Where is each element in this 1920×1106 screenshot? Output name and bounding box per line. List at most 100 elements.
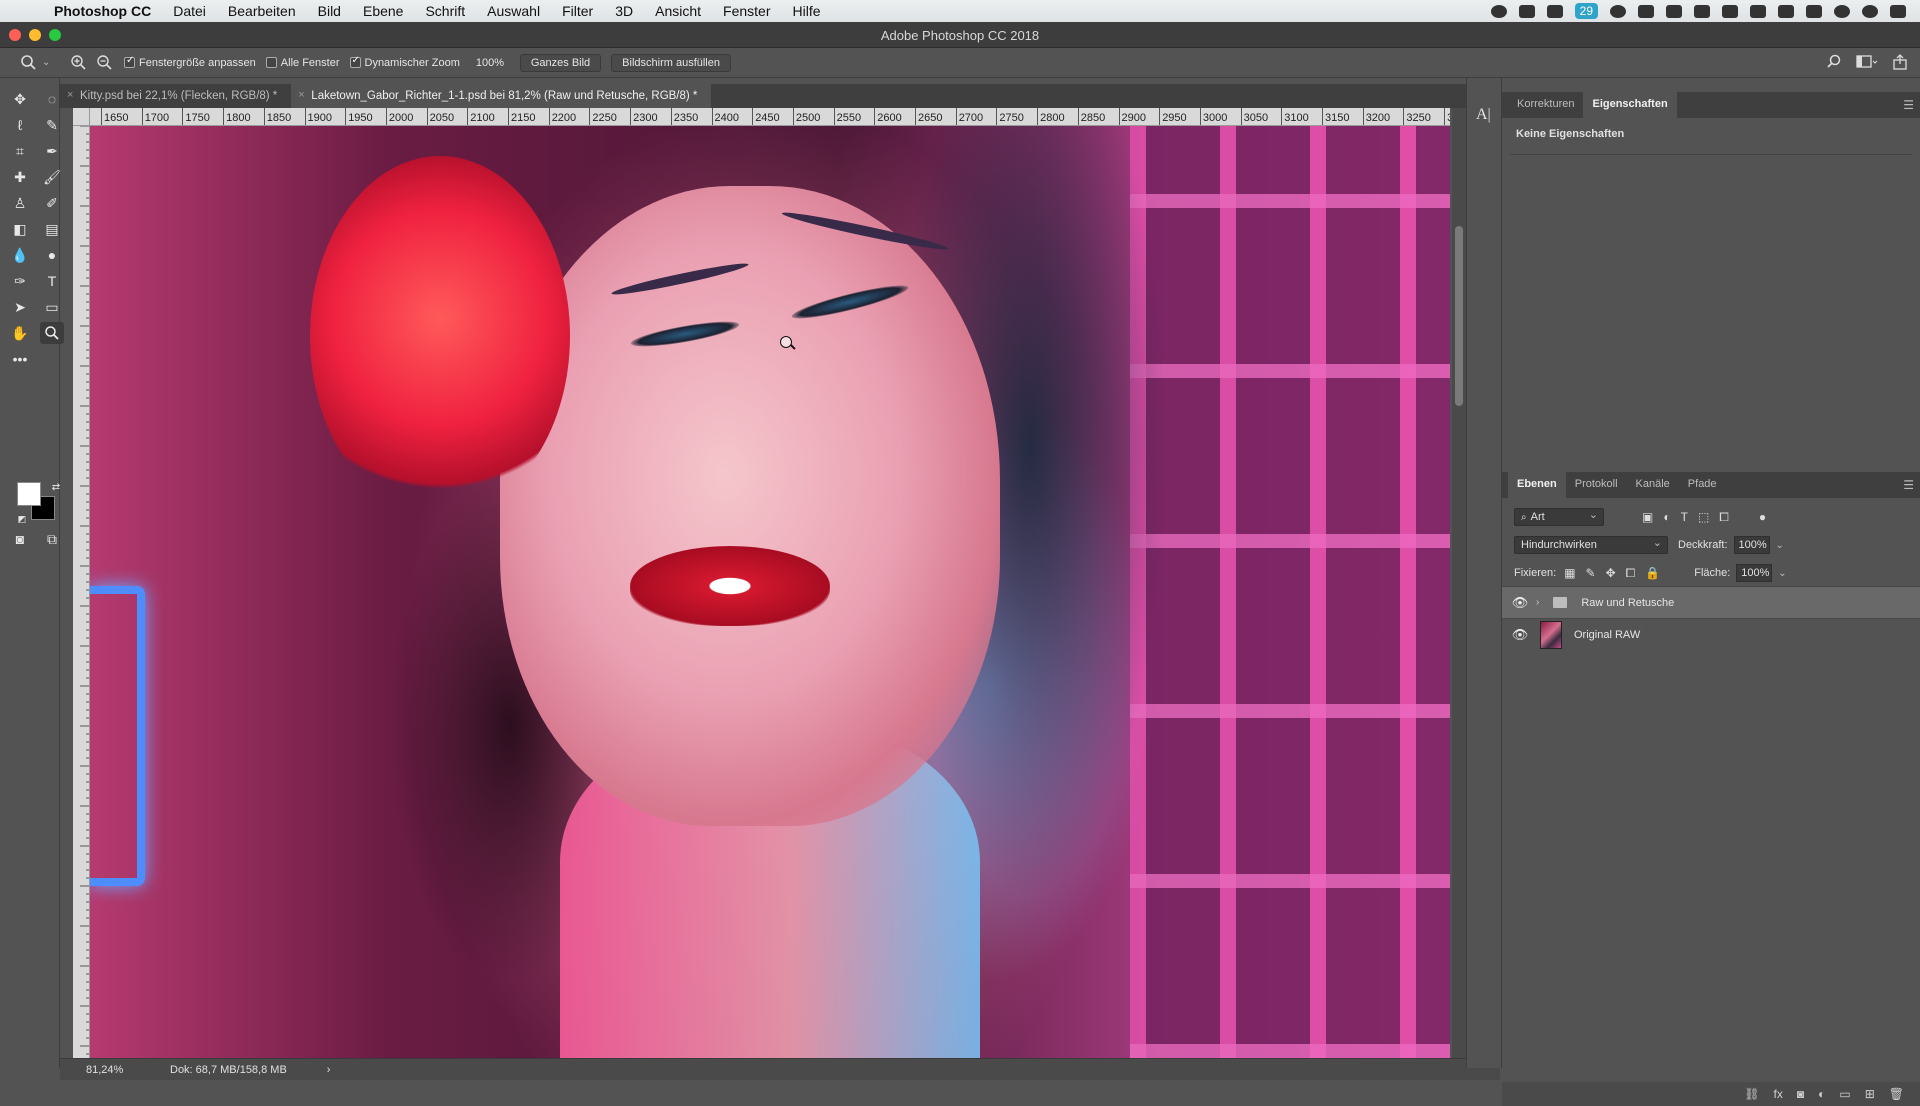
history-brush-tool-icon[interactable]: ✐ bbox=[40, 192, 64, 214]
menu-ansicht[interactable]: Ansicht bbox=[644, 3, 712, 19]
record-icon[interactable] bbox=[1490, 4, 1507, 18]
fit-screen-button[interactable]: Ganzes Bild bbox=[519, 53, 602, 72]
screen-mode-icon[interactable]: ⧉ bbox=[40, 528, 64, 550]
menu-schrift[interactable]: Schrift bbox=[414, 3, 476, 19]
adjustment-layer-icon[interactable]: ◐ bbox=[1818, 1087, 1825, 1101]
zoom-level[interactable]: 81,24% bbox=[60, 1064, 130, 1076]
visibility-eye-icon[interactable]: 👁 bbox=[1506, 595, 1534, 611]
hand-tool-icon[interactable]: ✋ bbox=[8, 322, 32, 344]
path-selection-tool-icon[interactable]: ➤ bbox=[8, 296, 32, 318]
move-tool-icon[interactable]: ✥ bbox=[8, 88, 32, 110]
fill-screen-button[interactable]: Bildschirm ausfüllen bbox=[611, 53, 731, 72]
more-tools-icon[interactable]: ••• bbox=[8, 348, 32, 370]
filter-type-icon[interactable]: T bbox=[1681, 510, 1688, 524]
eyedropper-tool-icon[interactable]: ✒ bbox=[40, 140, 64, 162]
layer-style-icon[interactable]: fx bbox=[1774, 1087, 1783, 1101]
new-group-icon[interactable]: ▭ bbox=[1839, 1087, 1850, 1101]
menu-bild[interactable]: Bild bbox=[307, 3, 352, 19]
clipboard-icon[interactable] bbox=[1666, 4, 1682, 18]
blur-tool-icon[interactable]: 💧 bbox=[8, 244, 32, 266]
search-icon[interactable] bbox=[1826, 54, 1842, 73]
menu-fenster[interactable]: Fenster bbox=[712, 3, 781, 19]
zoom-tool-icon[interactable] bbox=[40, 322, 64, 344]
lasso-tool-icon[interactable]: ℓ bbox=[8, 114, 32, 136]
wifi-icon[interactable] bbox=[1750, 4, 1766, 18]
filter-smart-object-icon[interactable]: ⧠ bbox=[1719, 510, 1729, 525]
all-windows-checkbox[interactable] bbox=[265, 57, 277, 68]
tab-kanaele[interactable]: Kanäle bbox=[1627, 472, 1679, 498]
vertical-ruler[interactable] bbox=[73, 126, 90, 1058]
crop-tool-icon[interactable]: ⌗ bbox=[8, 140, 32, 162]
zoom-in-icon[interactable] bbox=[70, 54, 88, 72]
panel-menu-icon[interactable]: ☰ bbox=[1903, 98, 1914, 112]
evernote-icon[interactable] bbox=[1638, 4, 1654, 18]
layer-original-raw[interactable]: 👁 Original RAW bbox=[1502, 618, 1920, 650]
tab-pfade[interactable]: Pfade bbox=[1679, 472, 1726, 498]
menu-hilfe[interactable]: Hilfe bbox=[782, 3, 832, 19]
eraser-tool-icon[interactable]: ◧ bbox=[8, 218, 32, 240]
vertical-scrollbar[interactable] bbox=[1452, 108, 1466, 1058]
blend-mode-select[interactable]: Hindurchwirken bbox=[1514, 536, 1668, 554]
fit-window-option[interactable]: Fenstergröße anpassen bbox=[124, 55, 256, 69]
close-tab-icon[interactable]: × bbox=[67, 89, 73, 101]
type-tool-icon[interactable]: T bbox=[40, 270, 64, 292]
tab-protokoll[interactable]: Protokoll bbox=[1566, 472, 1627, 498]
display-icon[interactable] bbox=[1518, 4, 1535, 18]
dynamic-zoom-checkbox[interactable] bbox=[349, 55, 361, 68]
fit-window-checkbox[interactable] bbox=[124, 55, 135, 68]
quick-selection-tool-icon[interactable]: ✎ bbox=[40, 114, 64, 136]
menu-ebene[interactable]: Ebene bbox=[352, 3, 414, 19]
gradient-tool-icon[interactable]: ▤ bbox=[40, 218, 64, 240]
menu-auswahl[interactable]: Auswahl bbox=[476, 3, 551, 19]
notification-badge[interactable]: 29 bbox=[1574, 3, 1598, 19]
fill-input[interactable]: 100% bbox=[1736, 564, 1773, 582]
lock-all-icon[interactable]: 🔒 bbox=[1645, 566, 1660, 580]
dropbox-icon[interactable] bbox=[1546, 4, 1563, 18]
ruler-origin[interactable] bbox=[73, 108, 90, 126]
tab-laketown[interactable]: × Laketown_Gabor_Richter_1-1.psd bei 81,… bbox=[291, 84, 712, 108]
lock-image-icon[interactable]: ✎ bbox=[1586, 566, 1596, 580]
lock-transparent-icon[interactable]: ▦ bbox=[1564, 566, 1575, 580]
default-colors-icon[interactable]: ◩ bbox=[10, 508, 34, 530]
layer-filter-select[interactable]: ⌕ Art bbox=[1514, 508, 1604, 526]
close-tab-icon[interactable]: × bbox=[298, 89, 304, 101]
zoom-value-field[interactable]: 100% bbox=[476, 57, 510, 69]
pen-tool-icon[interactable]: ✑ bbox=[8, 270, 32, 292]
all-windows-option[interactable]: Alle Fenster bbox=[265, 57, 340, 69]
filter-pixel-icon[interactable]: ▣ bbox=[1642, 510, 1653, 524]
healing-brush-tool-icon[interactable]: ✚ bbox=[8, 166, 32, 188]
horizontal-ruler[interactable]: 1650 1700 1750 1800 1850 1900 1950 2000 2050 2100… bbox=[90, 108, 1450, 126]
new-layer-icon[interactable]: ⊞ bbox=[1865, 1087, 1875, 1101]
tab-ebenen[interactable]: Ebenen bbox=[1508, 472, 1566, 498]
workspace-icon[interactable] bbox=[1856, 54, 1878, 73]
menu-3d[interactable]: 3D bbox=[604, 3, 644, 19]
character-panel-icon[interactable]: A| bbox=[1476, 106, 1491, 124]
siri-icon[interactable] bbox=[1862, 4, 1878, 18]
spotlight-search-icon[interactable] bbox=[1834, 4, 1850, 18]
battery-icon[interactable] bbox=[1806, 4, 1822, 18]
filter-adjustment-icon[interactable]: ◐ bbox=[1663, 510, 1670, 524]
brush-tool-icon[interactable]: 🖌 bbox=[40, 166, 64, 188]
keyboard-icon[interactable] bbox=[1694, 4, 1710, 18]
lock-position-icon[interactable]: ✥ bbox=[1606, 566, 1616, 580]
notification-center-icon[interactable] bbox=[1890, 4, 1906, 18]
tab-korrekturen[interactable]: Korrekturen bbox=[1508, 92, 1583, 118]
bluetooth-icon[interactable] bbox=[1722, 4, 1738, 18]
creative-cloud-icon[interactable] bbox=[1610, 4, 1626, 18]
rectangle-tool-icon[interactable]: ▭ bbox=[40, 296, 64, 318]
preset-chevron-icon[interactable]: ⌄ bbox=[42, 57, 60, 68]
fill-chevron-icon[interactable]: ⌄ bbox=[1778, 568, 1786, 579]
tab-eigenschaften[interactable]: Eigenschaften bbox=[1583, 92, 1677, 118]
swap-colors-icon[interactable]: ⇄ bbox=[44, 476, 68, 498]
panel-menu-icon[interactable]: ☰ bbox=[1903, 478, 1914, 492]
link-layers-icon[interactable]: ⛓ bbox=[1744, 1087, 1759, 1101]
menu-datei[interactable]: Datei bbox=[162, 3, 217, 19]
layer-mask-icon[interactable]: ◙ bbox=[1797, 1087, 1804, 1101]
vertical-scroll-thumb[interactable] bbox=[1455, 226, 1463, 406]
zoom-tool-preset-icon[interactable] bbox=[20, 54, 38, 72]
quick-mask-icon[interactable]: ◙ bbox=[8, 528, 32, 550]
status-info-arrow-icon[interactable]: › bbox=[327, 1064, 331, 1076]
delete-layer-icon[interactable]: 🗑 bbox=[1889, 1087, 1904, 1101]
zoom-out-icon[interactable] bbox=[96, 54, 114, 72]
tab-kitty[interactable]: × Kitty.psd bei 22,1% (Flecken, RGB/8) * bbox=[60, 84, 291, 108]
